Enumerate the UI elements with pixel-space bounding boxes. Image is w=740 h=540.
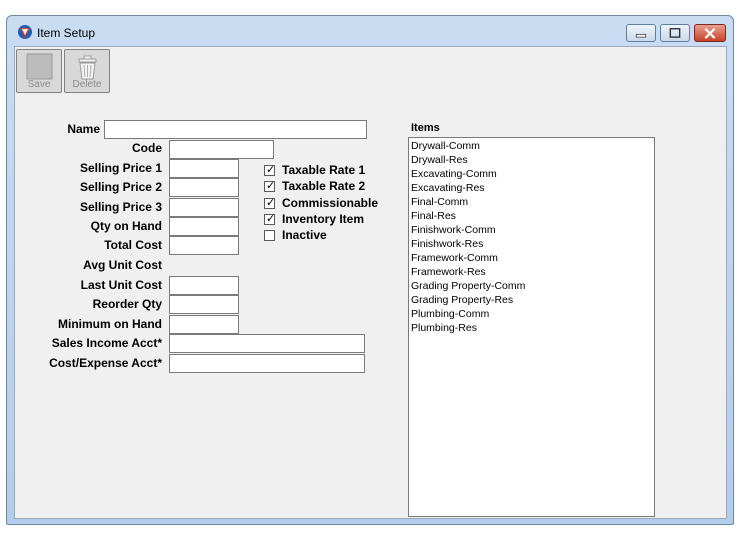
sales-income-acct-field[interactable] <box>169 334 365 353</box>
list-item[interactable]: Drywall-Res <box>411 153 652 167</box>
list-item[interactable]: Plumbing-Comm <box>411 307 652 321</box>
avg-unit-cost-label: Avg Unit Cost <box>83 258 162 272</box>
last-unit-cost-field[interactable] <box>169 276 239 295</box>
save-button[interactable]: Save <box>16 49 62 93</box>
selling-price-1-field[interactable] <box>169 159 239 178</box>
items-list[interactable]: Drywall-Comm Drywall-Res Excavating-Comm… <box>408 137 655 517</box>
cost-expense-acct-field[interactable] <box>169 354 365 373</box>
minimum-on-hand-field[interactable] <box>169 315 239 334</box>
list-item[interactable]: Grading Property-Res <box>411 293 652 307</box>
trash-icon <box>78 55 97 80</box>
list-item[interactable]: Framework-Res <box>411 265 652 279</box>
save-icon <box>26 53 53 80</box>
minimum-on-hand-label: Minimum on Hand <box>58 317 162 331</box>
list-item[interactable]: Excavating-Comm <box>411 167 652 181</box>
code-label: Code <box>132 141 162 155</box>
last-unit-cost-label: Last Unit Cost <box>80 278 162 292</box>
checkbox-label: Taxable Rate 2 <box>282 179 366 193</box>
checkbox-label: Commissionable <box>282 196 379 210</box>
selling-price-3-label: Selling Price 3 <box>79 200 162 214</box>
list-item[interactable]: Final-Res <box>411 209 652 223</box>
app-logo-icon <box>18 25 32 39</box>
reorder-qty-field[interactable] <box>169 295 239 314</box>
check-mark: ✓ <box>266 213 276 225</box>
items-title: Items <box>411 122 440 134</box>
minimize-icon <box>635 33 647 38</box>
checkbox-label: Inactive <box>282 228 327 242</box>
checkbox-label: Inventory Item <box>282 212 365 226</box>
reorder-qty-label: Reorder Qty <box>92 297 162 311</box>
selling-price-3-field[interactable] <box>169 198 239 217</box>
name-field[interactable] <box>104 120 367 139</box>
check-mark: ✓ <box>266 197 276 209</box>
total-cost-label: Total Cost <box>104 238 162 252</box>
name-label: Name <box>67 122 100 136</box>
qty-on-hand-label: Qty on Hand <box>90 219 162 233</box>
check-mark: ✓ <box>266 164 276 176</box>
cost-expense-acct-label: Cost/Expense Acct* <box>49 356 162 370</box>
checkbox-box[interactable]: ✓ <box>264 164 276 176</box>
title-bar[interactable]: Item Setup <box>7 16 733 46</box>
list-item[interactable]: Final-Comm <box>411 195 652 209</box>
total-cost-field[interactable] <box>169 236 239 255</box>
checkbox-box[interactable]: ✓ <box>264 180 276 192</box>
delete-label: Delete <box>72 79 102 90</box>
selling-price-2-field[interactable] <box>169 178 239 197</box>
checkbox-box[interactable] <box>264 230 275 241</box>
selling-price-2-label: Selling Price 2 <box>79 180 162 194</box>
sales-income-acct-label: Sales Income Acct* <box>51 336 162 350</box>
list-item[interactable]: Finishwork-Comm <box>411 223 652 237</box>
form-client-area: Save Delete Name Code Selling Price 1 Se… <box>14 46 727 519</box>
close-button[interactable] <box>694 24 726 42</box>
qty-on-hand-field[interactable] <box>169 217 239 236</box>
check-mark: ✓ <box>266 180 276 192</box>
list-item[interactable]: Drywall-Comm <box>411 139 652 153</box>
window-title: Item Setup <box>37 26 96 40</box>
selling-price-1-label: Selling Price 1 <box>79 161 162 175</box>
list-item[interactable]: Plumbing-Res <box>411 321 652 335</box>
list-item[interactable]: Finishwork-Res <box>411 237 652 251</box>
checkbox-box[interactable]: ✓ <box>264 213 276 225</box>
close-icon <box>704 27 716 39</box>
checkbox-box[interactable]: ✓ <box>264 197 276 209</box>
save-label: Save <box>27 79 51 90</box>
list-item[interactable]: Grading Property-Comm <box>411 279 652 293</box>
item-setup-window: Item Setup Save Delete Name Code Selling… <box>6 15 734 525</box>
maximize-button[interactable] <box>660 24 690 42</box>
delete-button[interactable]: Delete <box>64 49 110 93</box>
list-item[interactable]: Framework-Comm <box>411 251 652 265</box>
checkbox-label: Taxable Rate 1 <box>282 163 366 177</box>
minimize-button[interactable] <box>626 24 656 42</box>
list-item[interactable]: Excavating-Res <box>411 181 652 195</box>
maximize-icon <box>669 28 681 38</box>
code-field[interactable] <box>169 140 274 159</box>
